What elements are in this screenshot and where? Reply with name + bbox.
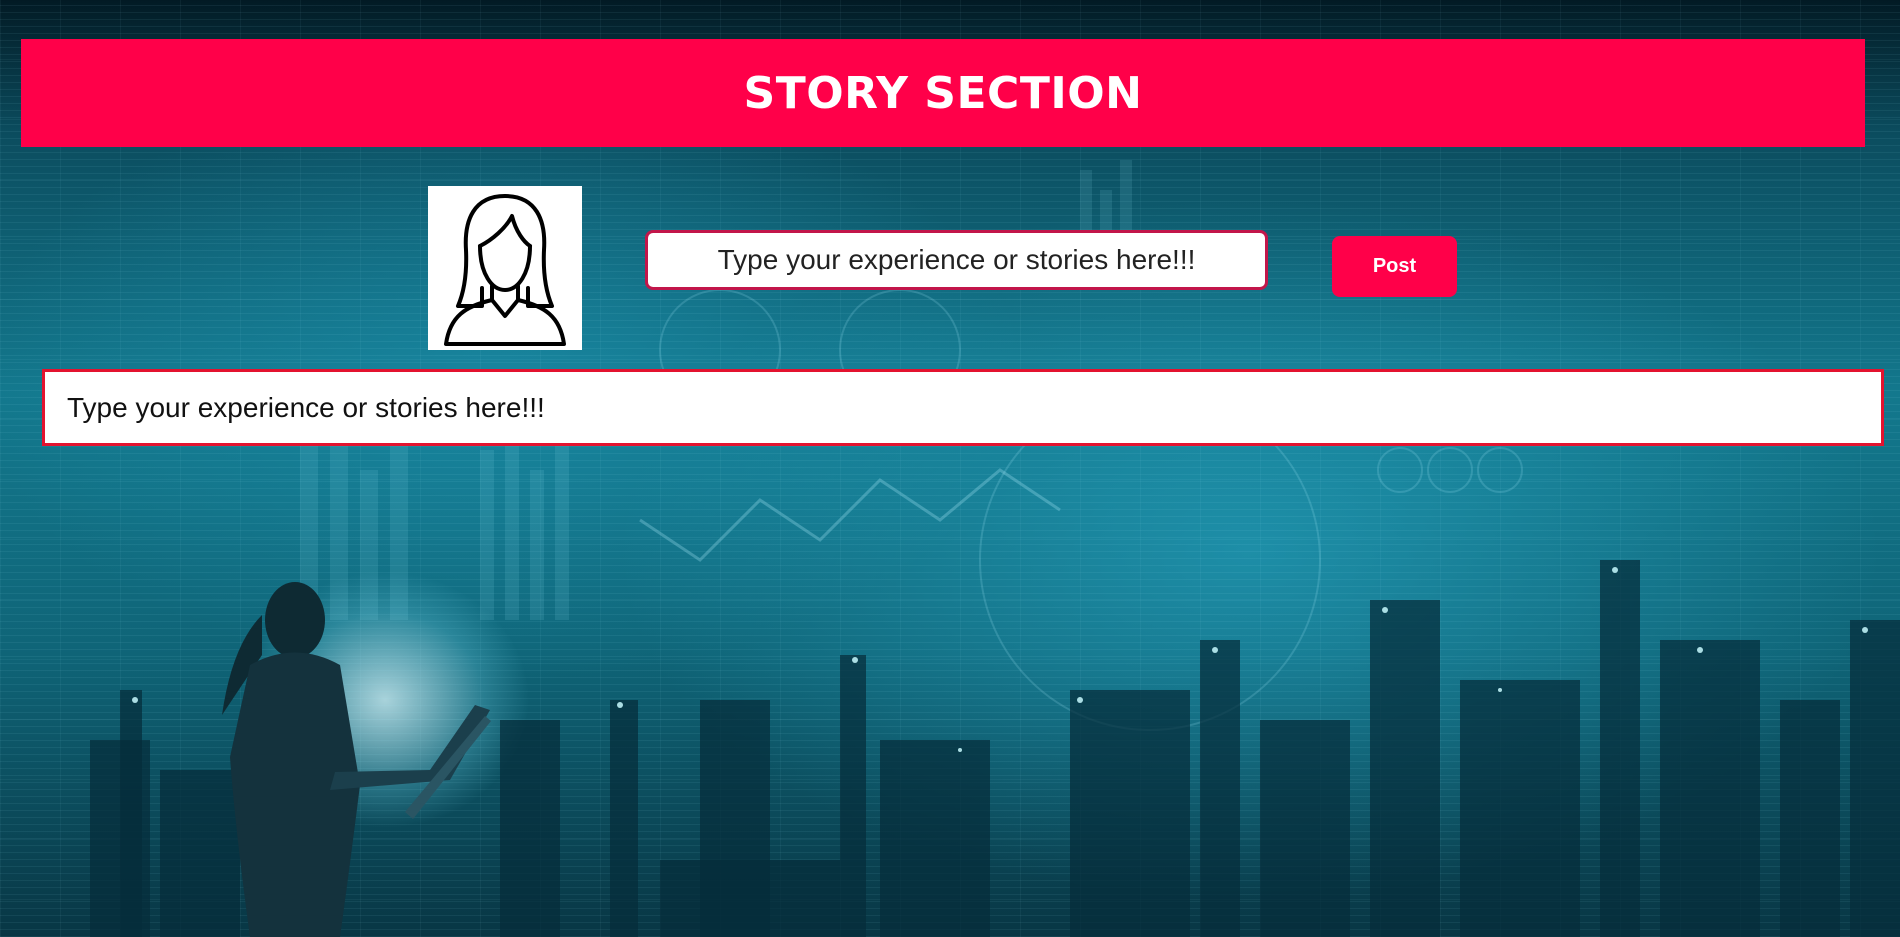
story-entry-text: Type your experience or stories here!!! xyxy=(67,391,545,423)
story-entry: Type your experience or stories here!!! xyxy=(42,369,1884,446)
background-line-graph xyxy=(639,468,1061,562)
user-avatar xyxy=(428,186,582,350)
woman-avatar-icon xyxy=(444,194,566,346)
woman-with-laptop-silhouette xyxy=(222,582,491,937)
story-input[interactable] xyxy=(645,230,1268,290)
page-title: STORY SECTION xyxy=(743,67,1143,119)
header-banner: STORY SECTION xyxy=(21,39,1865,147)
post-button[interactable]: Post xyxy=(1332,236,1457,297)
